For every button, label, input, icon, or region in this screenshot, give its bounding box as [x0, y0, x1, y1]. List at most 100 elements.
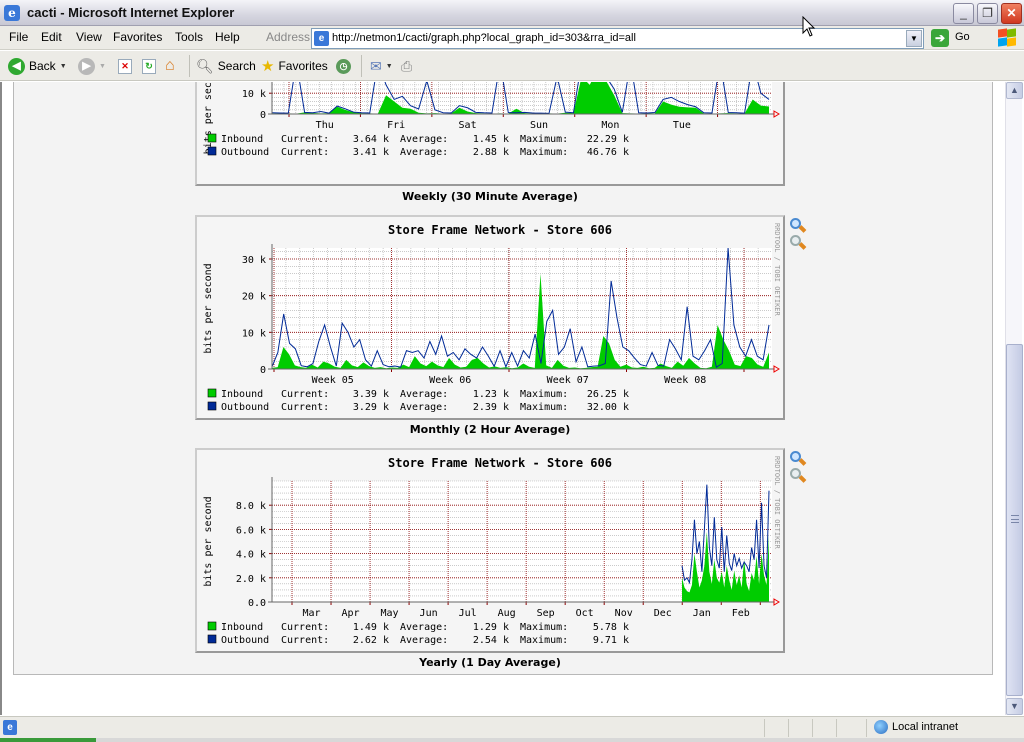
- legend-average-value: 2.54 k: [473, 635, 509, 646]
- legend-current-value: 3.29 k: [353, 402, 389, 413]
- legend-current-label: Current:: [281, 635, 329, 646]
- search-label: Search: [217, 59, 256, 73]
- favorites-button[interactable]: ★ Favorites: [261, 56, 328, 76]
- back-button[interactable]: ◀ Back ▼: [8, 56, 67, 76]
- x-tick-label: Week 05: [312, 375, 354, 386]
- graph-action-icons: [789, 451, 809, 485]
- graph-properties-icon[interactable]: [789, 235, 807, 251]
- legend-name: Outbound: [221, 147, 269, 158]
- legend-name: Outbound: [221, 402, 269, 413]
- menu-bar: File Edit View Favorites Tools Help Addr…: [0, 26, 1024, 50]
- x-tick-label: Week 07: [547, 375, 589, 386]
- forward-button[interactable]: ▶ ▼: [78, 56, 106, 76]
- y-axis-label: bits per second: [203, 263, 214, 353]
- x-axis-arrow: [773, 110, 780, 118]
- address-input[interactable]: e http://netmon1/cacti/graph.php?local_g…: [311, 28, 924, 49]
- restore-button[interactable]: ❐: [977, 3, 998, 24]
- legend-average-label: Average:: [400, 147, 448, 158]
- graph-caption[interactable]: Weekly (30 Minute Average): [195, 190, 810, 203]
- legend-maximum-label: Maximum:: [520, 147, 568, 158]
- menu-favorites[interactable]: Favorites: [113, 30, 162, 44]
- graph-2[interactable]: Store Frame Network - Store 606 RRDTOOL /…: [195, 215, 785, 420]
- vertical-scrollbar[interactable]: ▲ ▼: [1005, 82, 1023, 715]
- x-tick-label: Thu: [316, 120, 334, 131]
- legend-name: Inbound: [221, 389, 263, 400]
- address-label: Address: [266, 30, 311, 44]
- legend-average-label: Average:: [400, 134, 448, 145]
- x-tick-label: Week 06: [429, 375, 471, 386]
- mail-button[interactable]: ✉ ▼: [370, 56, 393, 76]
- address-dropdown-button[interactable]: ▼: [906, 30, 922, 47]
- legend-current-value: 3.64 k: [353, 134, 389, 145]
- menu-file[interactable]: File: [9, 30, 28, 44]
- legend-current-value: 3.39 k: [353, 389, 389, 400]
- x-tick-label: Tue: [673, 120, 691, 131]
- legend-current-value: 1.49 k: [353, 622, 389, 633]
- taskbar-edge: [0, 738, 1024, 742]
- y-tick-label: 30 k: [242, 255, 266, 266]
- legend-average-label: Average:: [400, 635, 448, 646]
- legend-maximum-value: 32.00 k: [587, 402, 629, 413]
- page-status-icon: e: [3, 720, 17, 735]
- go-button[interactable]: ➔ Go: [931, 28, 991, 48]
- home-button[interactable]: ⌂: [165, 56, 175, 76]
- scroll-up-button[interactable]: ▲: [1006, 82, 1023, 99]
- favorites-label: Favorites: [278, 59, 328, 73]
- intranet-globe-icon: [874, 720, 888, 734]
- stop-button[interactable]: ✕: [118, 56, 132, 76]
- legend-maximum-label: Maximum:: [520, 635, 568, 646]
- refresh-button[interactable]: ↻: [142, 56, 156, 76]
- zoom-graph-icon[interactable]: [789, 451, 807, 467]
- print-button[interactable]: ⎙: [401, 56, 412, 76]
- legend-swatch-outbound: [207, 634, 217, 644]
- star-icon: ★: [261, 58, 275, 75]
- home-icon: ⌂: [165, 57, 175, 74]
- legend-current-label: Current:: [281, 147, 329, 158]
- legend-name: Inbound: [221, 622, 263, 633]
- legend-maximum-value: 46.76 k: [587, 147, 629, 158]
- window-title: cacti - Microsoft Internet Explorer: [27, 5, 235, 20]
- y-tick-label: 10 k: [242, 328, 266, 339]
- back-dropdown-icon[interactable]: ▼: [60, 63, 67, 70]
- history-button[interactable]: ◷: [336, 56, 351, 76]
- y-tick-label: 20 k: [242, 292, 266, 303]
- menu-view[interactable]: View: [76, 30, 102, 44]
- history-icon: ◷: [336, 58, 351, 74]
- graph-3[interactable]: Store Frame Network - Store 606 RRDTOOL /…: [195, 448, 785, 653]
- graph-caption[interactable]: Monthly (2 Hour Average): [195, 423, 810, 436]
- menu-tools[interactable]: Tools: [175, 30, 203, 44]
- legend-swatch-inbound: [207, 133, 217, 143]
- y-tick-label: 10 k: [242, 89, 266, 100]
- legend-average-label: Average:: [400, 622, 448, 633]
- zoom-graph-icon[interactable]: [789, 218, 807, 234]
- x-tick-label: Aug: [498, 608, 516, 619]
- graph-caption[interactable]: Yearly (1 Day Average): [195, 656, 810, 669]
- scroll-down-button[interactable]: ▼: [1006, 698, 1023, 715]
- x-tick-label: Jun: [420, 608, 438, 619]
- menu-help[interactable]: Help: [215, 30, 240, 44]
- legend-maximum-value: 26.25 k: [587, 389, 629, 400]
- graph-title: Store Frame Network - Store 606: [388, 456, 612, 470]
- zone-label: Local intranet: [892, 721, 959, 733]
- graph-svg: Store Frame Network - Store 606 RRDTOOL /…: [203, 223, 781, 413]
- close-button[interactable]: ✕: [1001, 3, 1022, 24]
- minimize-button[interactable]: _: [953, 3, 974, 24]
- search-button[interactable]: 🔍︎ Search: [196, 56, 256, 76]
- rrdtool-watermark: RRDTOOL / TOBI OETIKER: [773, 223, 781, 317]
- legend-current-value: 2.62 k: [353, 635, 389, 646]
- legend-current-label: Current:: [281, 402, 329, 413]
- address-url[interactable]: http://netmon1/cacti/graph.php?local_gra…: [332, 32, 636, 44]
- title-bar: e cacti - Microsoft Internet Explorer _ …: [0, 0, 1024, 26]
- legend-maximum-label: Maximum:: [520, 389, 568, 400]
- legend-average-value: 1.45 k: [473, 134, 509, 145]
- legend-average-value: 2.88 k: [473, 147, 509, 158]
- y-tick-label: 0: [260, 365, 266, 376]
- legend-average-value: 1.29 k: [473, 622, 509, 633]
- graph-action-icons: [789, 218, 809, 252]
- x-axis-arrow: [773, 598, 780, 606]
- menu-edit[interactable]: Edit: [41, 30, 62, 44]
- scroll-thumb[interactable]: [1006, 344, 1023, 696]
- graph-1[interactable]: bits per second010 k20 kThuFriSatSunMonT…: [195, 82, 785, 186]
- x-tick-label: Sat: [459, 120, 477, 131]
- graph-properties-icon[interactable]: [789, 468, 807, 484]
